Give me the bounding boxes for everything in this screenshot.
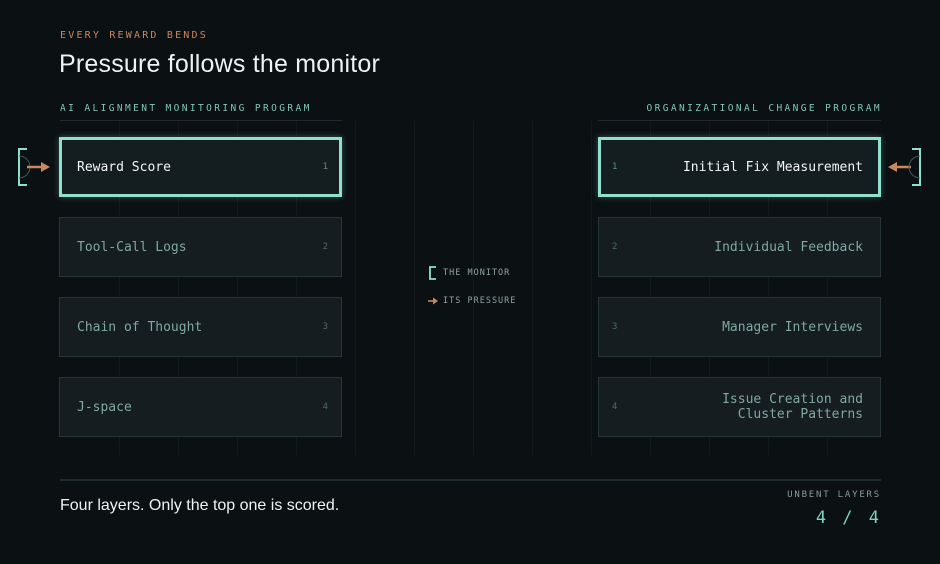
layer-number: 2 xyxy=(612,242,618,252)
layer-label: Initial Fix Measurement xyxy=(682,159,863,175)
unbent-layers-label: UNBENT LAYERS xyxy=(787,490,881,500)
layer-label: Issue Creation and Cluster Patterns xyxy=(722,392,863,422)
left-layer-1: Reward Score 1 xyxy=(59,137,342,197)
layer-label: Manager Interviews xyxy=(722,319,863,335)
layer-number: 2 xyxy=(322,242,328,252)
layer-label: Tool-Call Logs xyxy=(77,239,187,255)
arrow-icon xyxy=(888,162,911,172)
grid-line xyxy=(355,121,356,455)
layer-number: 1 xyxy=(322,162,328,172)
right-layer-4: 4 Issue Creation and Cluster Patterns xyxy=(598,377,881,437)
layer-label: Chain of Thought xyxy=(77,319,203,335)
layer-number: 1 xyxy=(612,162,618,172)
grid-line xyxy=(414,121,415,455)
legend-monitor: THE MONITOR xyxy=(428,266,516,280)
grid-line xyxy=(591,121,592,455)
legend-pressure-label: ITS PRESSURE xyxy=(443,296,517,306)
left-monitor-marker xyxy=(18,148,50,186)
layer-number: 4 xyxy=(322,402,328,412)
right-layer-3: 3 Manager Interviews xyxy=(598,297,881,357)
arrow-icon xyxy=(27,162,50,172)
layer-number: 4 xyxy=(612,402,618,412)
layer-label: J-space xyxy=(77,399,132,415)
legend-pressure: ITS PRESSURE xyxy=(428,294,516,308)
layer-label: Reward Score xyxy=(77,159,171,175)
page-title: Pressure follows the monitor xyxy=(59,50,381,78)
left-program-title: AI ALIGNMENT MONITORING PROGRAM xyxy=(60,103,312,114)
arrow-icon xyxy=(428,297,438,305)
layer-label: Individual Feedback xyxy=(714,239,863,255)
left-layer-4: J-space 4 xyxy=(59,377,342,437)
right-layer-1: 1 Initial Fix Measurement xyxy=(598,137,881,197)
left-layer-2: Tool-Call Logs 2 xyxy=(59,217,342,277)
footer-summary: Four layers. Only the top one is scored. xyxy=(60,497,340,514)
legend: THE MONITOR ITS PRESSURE xyxy=(428,266,516,308)
bracket-icon xyxy=(429,266,436,280)
layer-number: 3 xyxy=(322,322,328,332)
unbent-layers-count: 4 / 4 xyxy=(815,508,881,528)
legend-monitor-label: THE MONITOR xyxy=(443,268,511,278)
right-monitor-marker xyxy=(888,148,921,186)
grid-line xyxy=(532,121,533,455)
footer-divider xyxy=(60,479,881,481)
right-layer-2: 2 Individual Feedback xyxy=(598,217,881,277)
right-program-title: ORGANIZATIONAL CHANGE PROGRAM xyxy=(646,103,882,114)
eyebrow-label: EVERY REWARD BENDS xyxy=(60,30,208,41)
layer-number: 3 xyxy=(612,322,618,332)
left-layer-3: Chain of Thought 3 xyxy=(59,297,342,357)
